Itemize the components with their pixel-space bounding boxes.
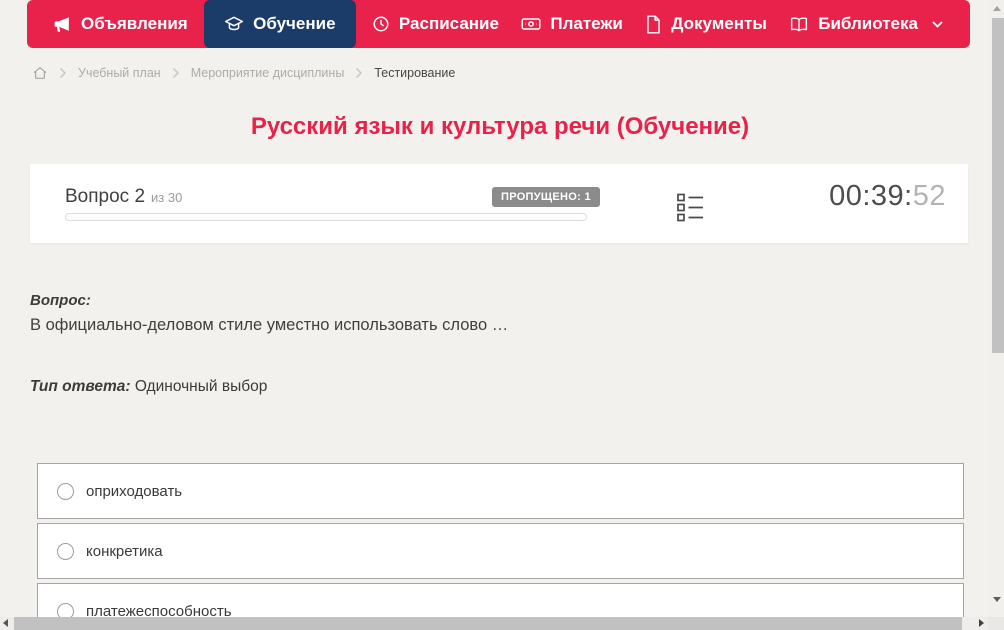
banknote-icon xyxy=(521,15,541,33)
megaphone-icon xyxy=(53,15,72,34)
breadcrumb: Учебный план Мероприятие дисциплины Тест… xyxy=(32,63,455,83)
scroll-right-arrow-icon[interactable] xyxy=(979,619,984,627)
document-icon xyxy=(645,14,662,34)
graduation-cap-icon xyxy=(224,14,244,34)
nav-item-announcements[interactable]: Объявления xyxy=(47,0,194,48)
question-header-card: Вопрос 2 из 30 ПРОПУЩЕНО: 1 00:39:52 xyxy=(30,164,968,243)
breadcrumb-item-curriculum[interactable]: Учебный план xyxy=(78,66,161,80)
answer-type-row: Тип ответа: Одиночный выбор xyxy=(30,378,267,396)
answer-option[interactable]: оприходовать xyxy=(37,463,964,519)
radio-button[interactable] xyxy=(57,482,74,500)
question-list-icon xyxy=(677,193,704,226)
horizontal-scrollbar[interactable] xyxy=(0,617,988,630)
answer-options: оприходовать конкретика платежеспособнос… xyxy=(37,463,964,630)
scroll-down-arrow-icon[interactable] xyxy=(993,597,1001,602)
progress-bar xyxy=(65,213,587,221)
nav-item-documents[interactable]: Документы xyxy=(639,0,773,48)
nav-item-payments[interactable]: Платежи xyxy=(515,0,629,48)
nav-item-label: Библиотека xyxy=(818,14,918,33)
clock-icon xyxy=(372,15,390,33)
page-title: Русский язык и культура речи (Обучение) xyxy=(250,113,750,140)
chevron-down-icon xyxy=(931,20,944,29)
nav-item-label: Объявления xyxy=(81,14,188,33)
answer-option[interactable]: конкретика xyxy=(37,523,964,579)
question-counter: Вопрос 2 из 30 xyxy=(65,186,182,208)
nav-item-label: Обучение xyxy=(253,14,336,33)
radio-button[interactable] xyxy=(57,542,74,560)
timer-seconds: 52 xyxy=(912,180,946,212)
nav-item-schedule[interactable]: Расписание xyxy=(366,0,505,48)
nav-item-library[interactable]: Библиотека xyxy=(783,0,950,48)
scroll-left-arrow-icon[interactable] xyxy=(3,619,8,627)
nav-item-learning[interactable]: Обучение xyxy=(204,0,356,48)
question-list-button[interactable] xyxy=(675,190,706,229)
home-icon[interactable] xyxy=(32,65,48,81)
question-number: Вопрос 2 xyxy=(65,186,146,207)
skipped-badge: ПРОПУЩЕНО: 1 xyxy=(492,187,600,207)
answer-option-label: конкретика xyxy=(86,542,163,560)
breadcrumb-separator-icon xyxy=(355,67,363,79)
answer-type-label: Тип ответа: xyxy=(30,378,131,395)
answer-type-value: Одиночный выбор xyxy=(134,378,268,395)
question-text: В официально-деловом стиле уместно испол… xyxy=(30,316,509,334)
scroll-up-arrow-icon[interactable] xyxy=(993,6,1001,11)
breadcrumb-separator-icon xyxy=(172,67,180,79)
breadcrumb-item-discipline-event[interactable]: Мероприятие дисциплины xyxy=(191,66,345,80)
nav-item-label: Расписание xyxy=(398,14,499,33)
question-total: из 30 xyxy=(151,190,183,205)
timer: 00:39:52 xyxy=(829,180,946,213)
nav-item-label: Платежи xyxy=(550,14,623,33)
horizontal-scrollbar-thumb[interactable] xyxy=(14,617,962,630)
main-nav: Объявления Обучение Расписание Платежи Д… xyxy=(27,0,970,48)
breadcrumb-separator-icon xyxy=(59,67,67,79)
breadcrumb-item-testing: Тестирование xyxy=(374,66,456,80)
timer-hours-minutes: 00:39: xyxy=(829,180,913,212)
answer-option-label: оприходовать xyxy=(86,482,183,500)
question-heading: Вопрос: xyxy=(30,292,91,309)
scrollbar-corner xyxy=(988,617,1004,630)
vertical-scrollbar[interactable] xyxy=(990,0,1004,617)
open-book-icon xyxy=(789,15,809,33)
nav-item-label: Документы xyxy=(671,14,767,33)
vertical-scrollbar-thumb[interactable] xyxy=(992,18,1004,353)
